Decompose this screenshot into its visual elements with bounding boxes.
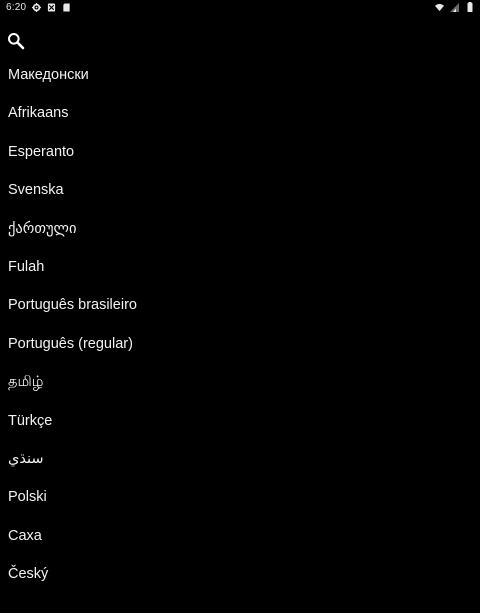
language-item[interactable]: Caxa <box>0 517 480 555</box>
status-time: 6:20 <box>6 1 27 13</box>
wifi-icon <box>435 3 444 12</box>
status-bar: 6:20 <box>0 0 480 14</box>
sdcard-icon <box>62 2 71 12</box>
language-item[interactable]: Português (regular) <box>0 325 480 363</box>
status-left: 6:20 <box>6 2 71 13</box>
language-item[interactable]: سنڌي <box>0 440 480 478</box>
language-item[interactable]: Svenska <box>0 171 480 209</box>
language-item[interactable]: Afrikaans <box>0 94 480 132</box>
battery-icon <box>465 2 474 12</box>
status-right <box>435 2 474 12</box>
language-item[interactable]: Português brasileiro <box>0 286 480 324</box>
language-item[interactable]: Polski <box>0 478 480 516</box>
language-item[interactable]: ქართული <box>0 210 480 248</box>
language-list: Македонски Afrikaans Esperanto Svenska ქ… <box>0 56 480 593</box>
search-button[interactable] <box>7 32 27 52</box>
search-icon <box>8 33 25 50</box>
settings-icon <box>32 2 42 12</box>
nosim-icon <box>47 2 56 12</box>
language-item[interactable]: Esperanto <box>0 133 480 171</box>
language-item[interactable]: தமிழ் <box>0 363 480 401</box>
language-item[interactable]: Český <box>0 555 480 593</box>
language-item[interactable]: Македонски <box>0 56 480 94</box>
language-item[interactable]: Türkçe <box>0 402 480 440</box>
screen: 6:20 Македонски Afrikaans Esperanto Sven… <box>0 0 480 613</box>
language-item[interactable]: Fulah <box>0 248 480 286</box>
signal-icon <box>450 2 459 12</box>
